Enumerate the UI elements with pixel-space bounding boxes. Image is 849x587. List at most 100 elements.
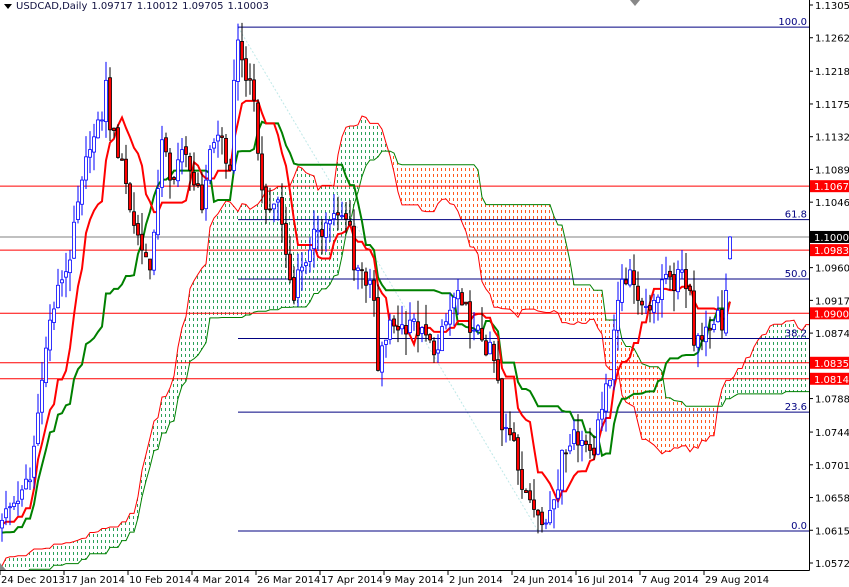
bullish-candle	[45, 348, 48, 383]
kumo-cloud-segment	[518, 205, 522, 318]
bearish-candle	[113, 128, 116, 130]
kumo-cloud-segment	[622, 339, 626, 402]
bullish-candle	[389, 320, 392, 339]
bearish-candle	[193, 172, 196, 185]
bullish-candle	[437, 350, 440, 353]
bullish-candle	[473, 330, 476, 331]
bullish-candle	[557, 490, 560, 498]
bearish-candle	[497, 360, 500, 381]
bearish-candle	[285, 223, 288, 254]
high-value: 1.10012	[137, 1, 178, 12]
bearish-candle	[397, 326, 400, 330]
bullish-candle	[297, 270, 300, 298]
price-tick-label: 1.09170	[815, 296, 849, 307]
kumo-cloud-segment	[370, 123, 374, 160]
kumo-cloud-segment	[98, 529, 102, 554]
bullish-candle	[29, 480, 32, 482]
bearish-candle	[405, 325, 408, 334]
kumo-cloud-segment	[442, 165, 446, 200]
kumo-cloud-segment	[306, 173, 310, 307]
bullish-candle	[401, 325, 404, 329]
bullish-candle	[37, 413, 40, 444]
bearish-candle	[289, 254, 292, 280]
kumo-cloud-segment	[758, 335, 762, 394]
bullish-candle	[681, 270, 684, 272]
kumo-cloud-segment	[606, 320, 610, 370]
bearish-candle	[373, 280, 376, 300]
bullish-candle	[313, 229, 316, 248]
kumo-cloud-segment	[218, 207, 222, 318]
bullish-candle	[369, 280, 372, 284]
bearish-candle	[485, 341, 488, 355]
time-tick-label: 9 May 2014	[385, 575, 444, 586]
kumo-cloud-segment	[114, 527, 118, 548]
bearish-candle	[721, 309, 724, 330]
kumo-cloud-segment	[414, 165, 418, 205]
price-tick-label: 1.13050	[815, 1, 849, 12]
bullish-candle	[25, 479, 28, 489]
bearish-candle	[689, 286, 692, 290]
kumo-cloud-segment	[410, 165, 414, 205]
kumo-cloud-segment	[318, 185, 322, 293]
kumo-cloud-segment	[558, 225, 562, 323]
kumo-cloud-segment	[522, 205, 526, 310]
bearish-candle	[197, 184, 200, 186]
bullish-candle	[41, 380, 44, 412]
kumo-cloud-segment	[550, 205, 554, 313]
bullish-candle	[713, 324, 716, 329]
price-chart[interactable]: 100.061.850.038.223.60.01.130501.126201.…	[0, 0, 849, 587]
bearish-candle	[565, 453, 568, 454]
bearish-candle	[293, 277, 296, 300]
bullish-candle	[17, 501, 20, 503]
kumo-cloud-segment	[54, 544, 58, 565]
bullish-candle	[549, 510, 552, 522]
bearish-candle	[201, 185, 204, 210]
time-tick-label: 4 Mar 2014	[193, 575, 250, 586]
bullish-candle	[605, 384, 608, 411]
kumo-cloud-segment	[190, 281, 194, 362]
time-tick-label: 17 Jan 2014	[65, 575, 125, 586]
bullish-candle	[177, 160, 180, 181]
kumo-cloud-segment	[222, 201, 226, 318]
bullish-candle	[97, 120, 100, 138]
bullish-candle	[653, 300, 656, 312]
bearish-candle	[433, 341, 436, 355]
bullish-candle	[569, 446, 572, 451]
bearish-candle	[577, 432, 580, 445]
bullish-candle	[57, 285, 60, 307]
kumo-cloud-segment	[554, 216, 558, 313]
kumo-cloud-segment	[302, 168, 306, 307]
kumo-cloud-segment	[238, 204, 242, 318]
bearish-candle	[501, 379, 504, 430]
bearish-candle	[673, 274, 676, 290]
bearish-candle	[465, 302, 468, 304]
kumo-cloud-segment	[566, 243, 570, 324]
level-price-label: 1.09830	[814, 246, 849, 257]
bullish-candle	[217, 135, 220, 141]
bearish-candle	[593, 448, 596, 455]
bullish-candle	[657, 297, 660, 302]
bearish-candle	[137, 224, 140, 236]
bullish-candle	[301, 267, 304, 271]
bullish-candle	[93, 137, 96, 152]
bearish-candle	[637, 286, 640, 300]
kumo-cloud-segment	[34, 549, 38, 569]
level-price-label: 1.10670	[814, 182, 849, 193]
time-tick-label: 29 Aug 2014	[705, 575, 769, 586]
bearish-candle	[349, 221, 352, 225]
bearish-candle	[149, 259, 152, 270]
bearish-candle	[241, 41, 244, 59]
bearish-candle	[649, 306, 652, 310]
chart-shift-triangle-icon[interactable]	[630, 0, 640, 6]
bearish-candle	[321, 229, 324, 236]
bullish-candle	[89, 150, 92, 158]
bullish-candle	[449, 310, 452, 324]
bearish-candle	[109, 78, 112, 130]
bullish-candle	[697, 336, 700, 348]
dropdown-triangle-icon[interactable]	[4, 4, 12, 9]
kumo-cloud-segment	[58, 544, 62, 565]
bullish-candle	[645, 306, 648, 307]
kumo-cloud-segment	[102, 529, 106, 554]
price-tick-label: 1.08740	[815, 329, 849, 340]
bullish-candle	[209, 150, 212, 181]
